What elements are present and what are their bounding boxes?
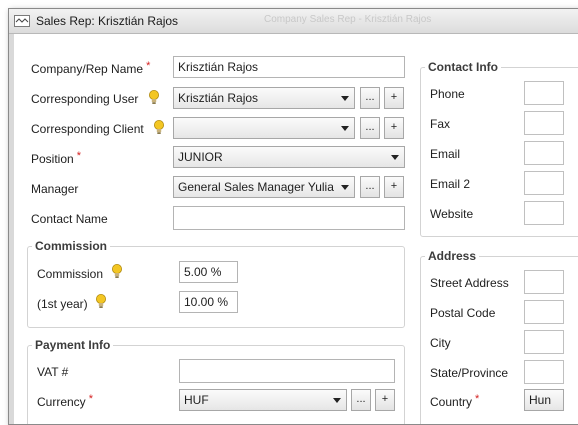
email-label: Email	[430, 147, 461, 161]
country-select[interactable]: Hun	[524, 389, 564, 411]
street-address-label: Street Address	[430, 276, 509, 290]
fax-input[interactable]	[524, 111, 564, 135]
corresponding-user-value: Krisztián Rajos	[178, 91, 259, 105]
corresponding-user-label: Corresponding User	[31, 92, 139, 106]
country-label: Country *	[430, 393, 480, 409]
currency-add-button[interactable]: +	[375, 389, 395, 411]
manager-select[interactable]: General Sales Manager Yulia	[173, 176, 355, 198]
lightbulb-icon[interactable]	[111, 264, 123, 279]
contact-info-group-title: Contact Info	[425, 60, 501, 74]
required-mark: *	[146, 60, 151, 72]
state-province-input[interactable]	[524, 360, 564, 384]
corresponding-user-browse-button[interactable]: ...	[360, 87, 380, 109]
manager-browse-button[interactable]: ...	[360, 176, 380, 198]
postal-code-label: Postal Code	[430, 306, 496, 320]
required-mark: *	[475, 393, 480, 405]
commission-group-title: Commission	[32, 239, 111, 253]
dropdown-arrow-icon	[341, 96, 349, 101]
address-group-title: Address	[425, 249, 480, 263]
lightbulb-icon[interactable]	[153, 120, 165, 135]
sales-rep-window: Sales Rep: Krisztián Rajos Company Sales…	[8, 8, 578, 425]
corresponding-client-select[interactable]	[173, 117, 355, 139]
background-window-title: Company Sales Rep - Krisztián Rajos	[264, 14, 432, 25]
phone-input[interactable]	[524, 81, 564, 105]
website-label: Website	[430, 207, 474, 221]
first-year-commission-input[interactable]: 10.00 %	[179, 291, 238, 313]
left-edge-bar	[9, 34, 14, 424]
payment-info-group-title: Payment Info	[32, 338, 114, 352]
position-label: Position *	[31, 150, 81, 166]
city-label: City	[430, 336, 451, 350]
dropdown-arrow-icon	[341, 185, 349, 190]
manager-add-button[interactable]: +	[384, 176, 404, 198]
email2-label: Email 2	[430, 177, 471, 191]
vat-label: VAT #	[37, 365, 69, 379]
website-input[interactable]	[524, 201, 564, 225]
required-mark: *	[88, 393, 93, 405]
window-title: Sales Rep: Krisztián Rajos	[36, 14, 179, 28]
position-select[interactable]: JUNIOR	[173, 146, 405, 168]
manager-label: Manager	[31, 182, 79, 196]
lightbulb-icon[interactable]	[95, 294, 107, 309]
vat-input[interactable]	[179, 359, 395, 383]
first-year-label: (1st year)	[37, 297, 88, 311]
corresponding-client-label: Corresponding Client	[31, 122, 144, 136]
app-icon	[14, 15, 30, 27]
currency-value: HUF	[184, 393, 209, 407]
currency-browse-button[interactable]: ...	[351, 389, 371, 411]
corresponding-client-browse-button[interactable]: ...	[360, 117, 380, 139]
corresponding-user-select[interactable]: Krisztián Rajos	[173, 87, 355, 109]
email-input[interactable]	[524, 141, 564, 165]
contact-name-label: Contact Name	[31, 212, 108, 226]
manager-value: General Sales Manager Yulia	[178, 180, 334, 194]
required-mark: *	[76, 150, 81, 162]
city-input[interactable]	[524, 330, 564, 354]
commission-input[interactable]: 5.00 %	[179, 261, 238, 283]
company-rep-name-label: Company/Rep Name *	[31, 60, 151, 76]
phone-label: Phone	[430, 87, 465, 101]
contact-name-input[interactable]	[173, 206, 405, 230]
title-bar[interactable]: Sales Rep: Krisztián Rajos Company Sales…	[9, 9, 578, 34]
commission-group	[27, 246, 405, 328]
email2-input[interactable]	[524, 171, 564, 195]
corresponding-user-add-button[interactable]: +	[384, 87, 404, 109]
currency-label: Currency *	[37, 393, 93, 409]
company-rep-name-input[interactable]: Krisztián Rajos	[173, 56, 405, 78]
dropdown-arrow-icon	[391, 155, 399, 160]
lightbulb-icon[interactable]	[148, 90, 160, 105]
payment-info-group	[27, 345, 405, 424]
position-value: JUNIOR	[178, 150, 223, 164]
state-province-label: State/Province	[430, 366, 509, 380]
postal-code-input[interactable]	[524, 300, 564, 324]
street-address-input[interactable]	[524, 270, 564, 294]
commission-label: Commission	[37, 267, 104, 281]
corresponding-client-add-button[interactable]: +	[384, 117, 404, 139]
currency-select[interactable]: HUF	[179, 389, 347, 411]
fax-label: Fax	[430, 117, 451, 131]
dropdown-arrow-icon	[333, 398, 341, 403]
dropdown-arrow-icon	[341, 126, 349, 131]
